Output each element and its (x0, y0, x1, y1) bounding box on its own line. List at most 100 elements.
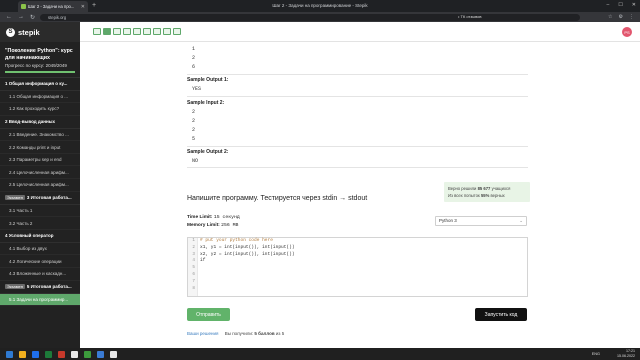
sidebar-lesson[interactable]: 2.5 Целочисленная арифм... (0, 179, 80, 192)
limits: Time Limit: 15 секунд Memory Limit: 256 … (187, 214, 240, 230)
code-editor[interactable]: 12345678 # put your python code here x1, … (187, 237, 528, 297)
step-1-button[interactable] (93, 28, 101, 35)
sidebar-item-label: 3 Итоговая работа... (26, 195, 72, 201)
sidebar-lesson[interactable]: 1.2 Как проходить курс? (0, 103, 80, 116)
step-4-button[interactable] (123, 28, 131, 35)
taskbar-app-icon[interactable] (45, 350, 52, 358)
run-code-button[interactable]: Запустить код (475, 308, 527, 321)
sidebar-lesson[interactable]: 2.4 Целочисленная арифм... (0, 166, 80, 180)
divider (187, 167, 528, 168)
code-line[interactable]: x2, y2 = int(input()), int(input()) (200, 252, 295, 259)
sidebar-module[interactable]: 2 Ввод-вывод данных (0, 116, 80, 129)
taskbar-app-icon[interactable] (71, 350, 78, 358)
divider (187, 96, 528, 97)
browser-nav-bar: ← → ↻ stepik.org • ТК отзывов ☆ ⚙ ⋮ (0, 12, 640, 22)
taskbar-app-icon[interactable] (97, 350, 104, 358)
code-line[interactable] (200, 272, 295, 279)
line-number: 1 (192, 238, 195, 243)
sidebar-module[interactable]: 1 Общая информация о ку... (0, 78, 80, 91)
sidebar-lesson[interactable]: 2.2 Команды print и input (0, 141, 80, 154)
stats-solved-prefix: Верно решили (448, 186, 477, 191)
task-title: Напишите программу. Тестируется через st… (187, 195, 368, 202)
sidebar-module[interactable]: 4 Условный оператор (0, 230, 80, 243)
sidebar-lesson[interactable]: 4.2 Логические операции (0, 255, 80, 269)
back-icon[interactable]: ← (6, 14, 12, 20)
taskbar-app-icon[interactable] (58, 350, 65, 358)
sidebar-module[interactable]: Экзамен 5 Итоговая работа... (0, 281, 80, 294)
stats-solved-suffix: учащихся (491, 186, 511, 191)
sidebar-item-label: 4.3 Вложенные и каскадн... (9, 271, 67, 277)
sample-input-line: 2 (192, 109, 196, 115)
stats-attempts-suffix: верных (490, 193, 505, 198)
sidebar-item-label: 2 Ввод-вывод данных (5, 119, 56, 125)
line-number: 7 (192, 278, 195, 284)
sample-input-line: 1 (192, 46, 196, 52)
extension-badge[interactable]: • ТК отзывов (458, 14, 482, 19)
stats-solved-count: 85 677 (477, 186, 491, 191)
memory-limit-label: Memory Limit: (187, 223, 220, 228)
sample-output-2-value: NO (192, 158, 199, 164)
sample-input-line: 2 (192, 118, 196, 124)
address-bar[interactable]: stepik.org (40, 13, 580, 21)
sidebar-lesson[interactable]: 2.1 Введение. Знакомство ... (0, 129, 80, 142)
sidebar-item-label: 2.1 Введение. Знакомство ... (9, 131, 69, 137)
step-2-button[interactable] (103, 28, 111, 35)
reload-icon[interactable]: ↻ (30, 14, 35, 21)
taskbar-apps (0, 350, 117, 358)
sidebar-module[interactable]: Экзамен 3 Итоговая работа... (0, 192, 80, 205)
code-line[interactable]: x1, y1 = int(input()), int(input()) (200, 245, 295, 252)
taskbar-app-icon[interactable] (6, 350, 13, 358)
code-line[interactable] (200, 279, 295, 286)
course-title[interactable]: "Поколение Python": курс для начинающих (5, 48, 75, 61)
forward-icon[interactable]: → (18, 14, 24, 20)
sidebar-item-label: 1.2 Как проходить курс? (9, 106, 60, 112)
code-line[interactable] (200, 286, 295, 293)
step-5-button[interactable] (133, 28, 141, 35)
avatar[interactable]: PS (622, 27, 632, 37)
step-8-button[interactable] (163, 28, 171, 35)
keyboard-language[interactable]: ENG (592, 352, 600, 356)
minimize-icon[interactable]: – (607, 2, 610, 8)
taskbar-app-icon[interactable] (84, 350, 91, 358)
code-lines[interactable]: # put your python code here x1, y1 = int(… (200, 238, 295, 292)
step-6-button[interactable] (143, 28, 151, 35)
browser-toolbar-icons: ☆ ⚙ ⋮ (608, 14, 634, 20)
sidebar-item-label: 5 Итоговая работа... (26, 284, 72, 290)
your-solutions-link[interactable]: Ваши решения (187, 331, 218, 336)
result-suffix: из 5 (275, 331, 285, 336)
sidebar-lesson[interactable]: 3.1 Часть 1 (0, 205, 80, 218)
step-7-button[interactable] (153, 28, 161, 35)
star-icon[interactable]: ☆ (608, 14, 612, 20)
submit-button[interactable]: Отправить (187, 308, 230, 321)
stepik-logo[interactable]: S stepik (0, 22, 80, 42)
maximize-icon[interactable]: ☐ (618, 2, 622, 8)
divider (187, 146, 528, 147)
course-header: "Поколение Python": курс для начинающих … (0, 42, 80, 78)
language-select[interactable]: Python 3 ⌄ (435, 216, 527, 226)
sidebar-lesson[interactable]: 5.1 Задачи на программир... (0, 293, 80, 307)
sidebar-lesson[interactable]: 4.3 Вложенные и каскадн... (0, 268, 80, 281)
sidebar-list: 1 Общая информация о ку... 1.1 Общая инфо… (0, 78, 80, 307)
sidebar-lesson[interactable]: 1.1 Общая информация о ... (0, 91, 80, 104)
close-window-icon[interactable]: ✕ (632, 2, 636, 8)
time-limit: Time Limit: 15 секунд (187, 214, 240, 222)
taskbar-app-icon[interactable] (19, 350, 26, 358)
exam-badge: Экзамен (5, 284, 25, 290)
taskbar-app-icon[interactable] (32, 350, 39, 358)
extensions-icon[interactable]: ⚙ (619, 14, 623, 20)
stats-attempts-pct: 55% (480, 193, 490, 198)
taskbar-app-icon[interactable] (110, 350, 117, 358)
result-line: Ваши решения Вы получили: 5 баллов из 5 (187, 331, 284, 336)
step-3-button[interactable] (113, 28, 121, 35)
menu-icon[interactable]: ⋮ (629, 14, 634, 20)
code-line[interactable] (200, 265, 295, 272)
stats-solved: Верно решили 85 677 учащихся (448, 185, 526, 192)
system-clock[interactable]: 17:21 15.06.2022 (617, 349, 635, 358)
main-content: 1 2 6 Sample Output 1: YES Sample Input … (80, 43, 640, 348)
code-line[interactable]: # put your python code here (200, 238, 295, 245)
step-9-button[interactable] (173, 28, 181, 35)
sidebar-lesson[interactable]: 2.3 Параметры sep и end (0, 154, 80, 167)
sidebar-lesson[interactable]: 4.1 Выбор из двух (0, 243, 80, 256)
sidebar-lesson[interactable]: 3.2 Часть 2 (0, 217, 80, 230)
code-line[interactable]: if (200, 258, 295, 265)
